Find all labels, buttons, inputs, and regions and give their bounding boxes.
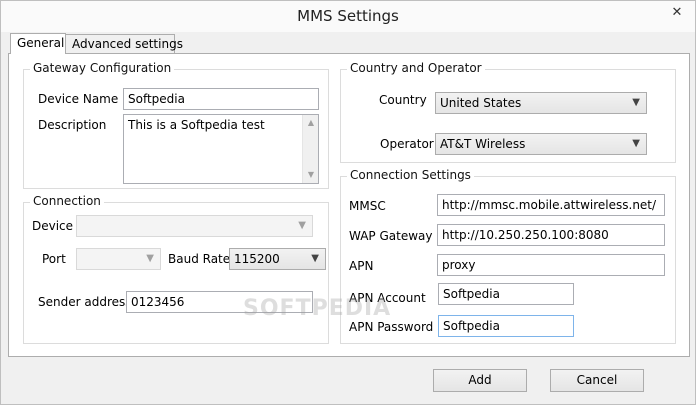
port-select[interactable]: ▼ xyxy=(76,248,161,270)
add-button[interactable]: Add xyxy=(433,369,527,392)
country-select[interactable]: United States ▼ xyxy=(435,92,647,114)
connection-settings-title: Connection Settings xyxy=(347,168,474,182)
baud-rate-value: 115200 xyxy=(234,252,280,266)
close-icon: ✕ xyxy=(671,4,683,20)
apn-password-input[interactable]: Softpedia xyxy=(438,315,574,337)
tab-general[interactable]: General xyxy=(10,33,66,54)
chevron-down-icon: ▼ xyxy=(632,97,640,108)
operator-select[interactable]: AT&T Wireless ▼ xyxy=(435,133,647,155)
description-textarea[interactable]: This is a Softpedia test ▲ ▼ xyxy=(123,114,319,184)
wap-gateway-input[interactable]: http://10.250.250.100:8080 xyxy=(437,224,665,246)
device-name-input[interactable]: Softpedia xyxy=(123,88,319,110)
mmsc-input[interactable]: http://mmsc.mobile.attwireless.net/ xyxy=(437,194,665,216)
close-button[interactable]: ✕ xyxy=(660,2,694,22)
title-bar: MMS Settings ✕ xyxy=(1,1,695,32)
country-label: Country xyxy=(379,93,427,107)
softpedia-watermark: SOFTPEDIA xyxy=(243,296,392,321)
chevron-down-icon: ▼ xyxy=(298,220,306,231)
gateway-configuration-title: Gateway Configuration xyxy=(30,61,175,75)
tab-advanced-settings[interactable]: Advanced settings xyxy=(65,34,183,54)
apn-account-input[interactable]: Softpedia xyxy=(438,283,574,305)
country-operator-title: Country and Operator xyxy=(347,61,485,75)
apn-label: APN xyxy=(349,259,374,273)
general-tab-panel: Gateway Configuration Device Name Softpe… xyxy=(8,53,690,357)
country-select-value: United States xyxy=(440,96,522,110)
description-text: This is a Softpedia test xyxy=(128,118,265,132)
chevron-down-icon: ▼ xyxy=(146,253,154,264)
wap-gateway-label: WAP Gateway xyxy=(349,229,433,243)
port-label: Port xyxy=(42,252,66,266)
country-operator-group: Country and Operator Country United Stat… xyxy=(340,61,676,163)
mms-settings-window: MMS Settings ✕ General Advanced settings… xyxy=(0,0,696,405)
device-name-label: Device Name xyxy=(38,92,119,106)
connection-group: Connection Device ▼ Port ▼ Baud Rate 115… xyxy=(23,194,329,344)
chevron-down-icon: ▼ xyxy=(311,253,319,264)
gateway-configuration-group: Gateway Configuration Device Name Softpe… xyxy=(23,61,329,189)
baud-rate-select[interactable]: 115200 ▼ xyxy=(229,248,326,270)
scroll-down-icon[interactable]: ▼ xyxy=(303,167,319,183)
scroll-up-icon[interactable]: ▲ xyxy=(303,115,319,131)
apn-input[interactable]: proxy xyxy=(437,254,665,276)
device-label: Device xyxy=(32,219,74,233)
operator-label: Operator xyxy=(380,137,434,151)
window-title: MMS Settings xyxy=(297,7,399,25)
mmsc-label: MMSC xyxy=(349,199,386,213)
device-select[interactable]: ▼ xyxy=(76,215,313,237)
apn-password-label: APN Password xyxy=(349,320,434,334)
chevron-down-icon: ▼ xyxy=(632,138,640,149)
cancel-button[interactable]: Cancel xyxy=(550,369,644,392)
description-scrollbar[interactable]: ▲ ▼ xyxy=(302,115,318,183)
sender-address-label: Sender address xyxy=(38,295,132,309)
connection-title: Connection xyxy=(30,194,104,208)
operator-select-value: AT&T Wireless xyxy=(440,137,526,151)
description-label: Description xyxy=(38,118,107,132)
baud-rate-label: Baud Rate xyxy=(168,252,231,266)
